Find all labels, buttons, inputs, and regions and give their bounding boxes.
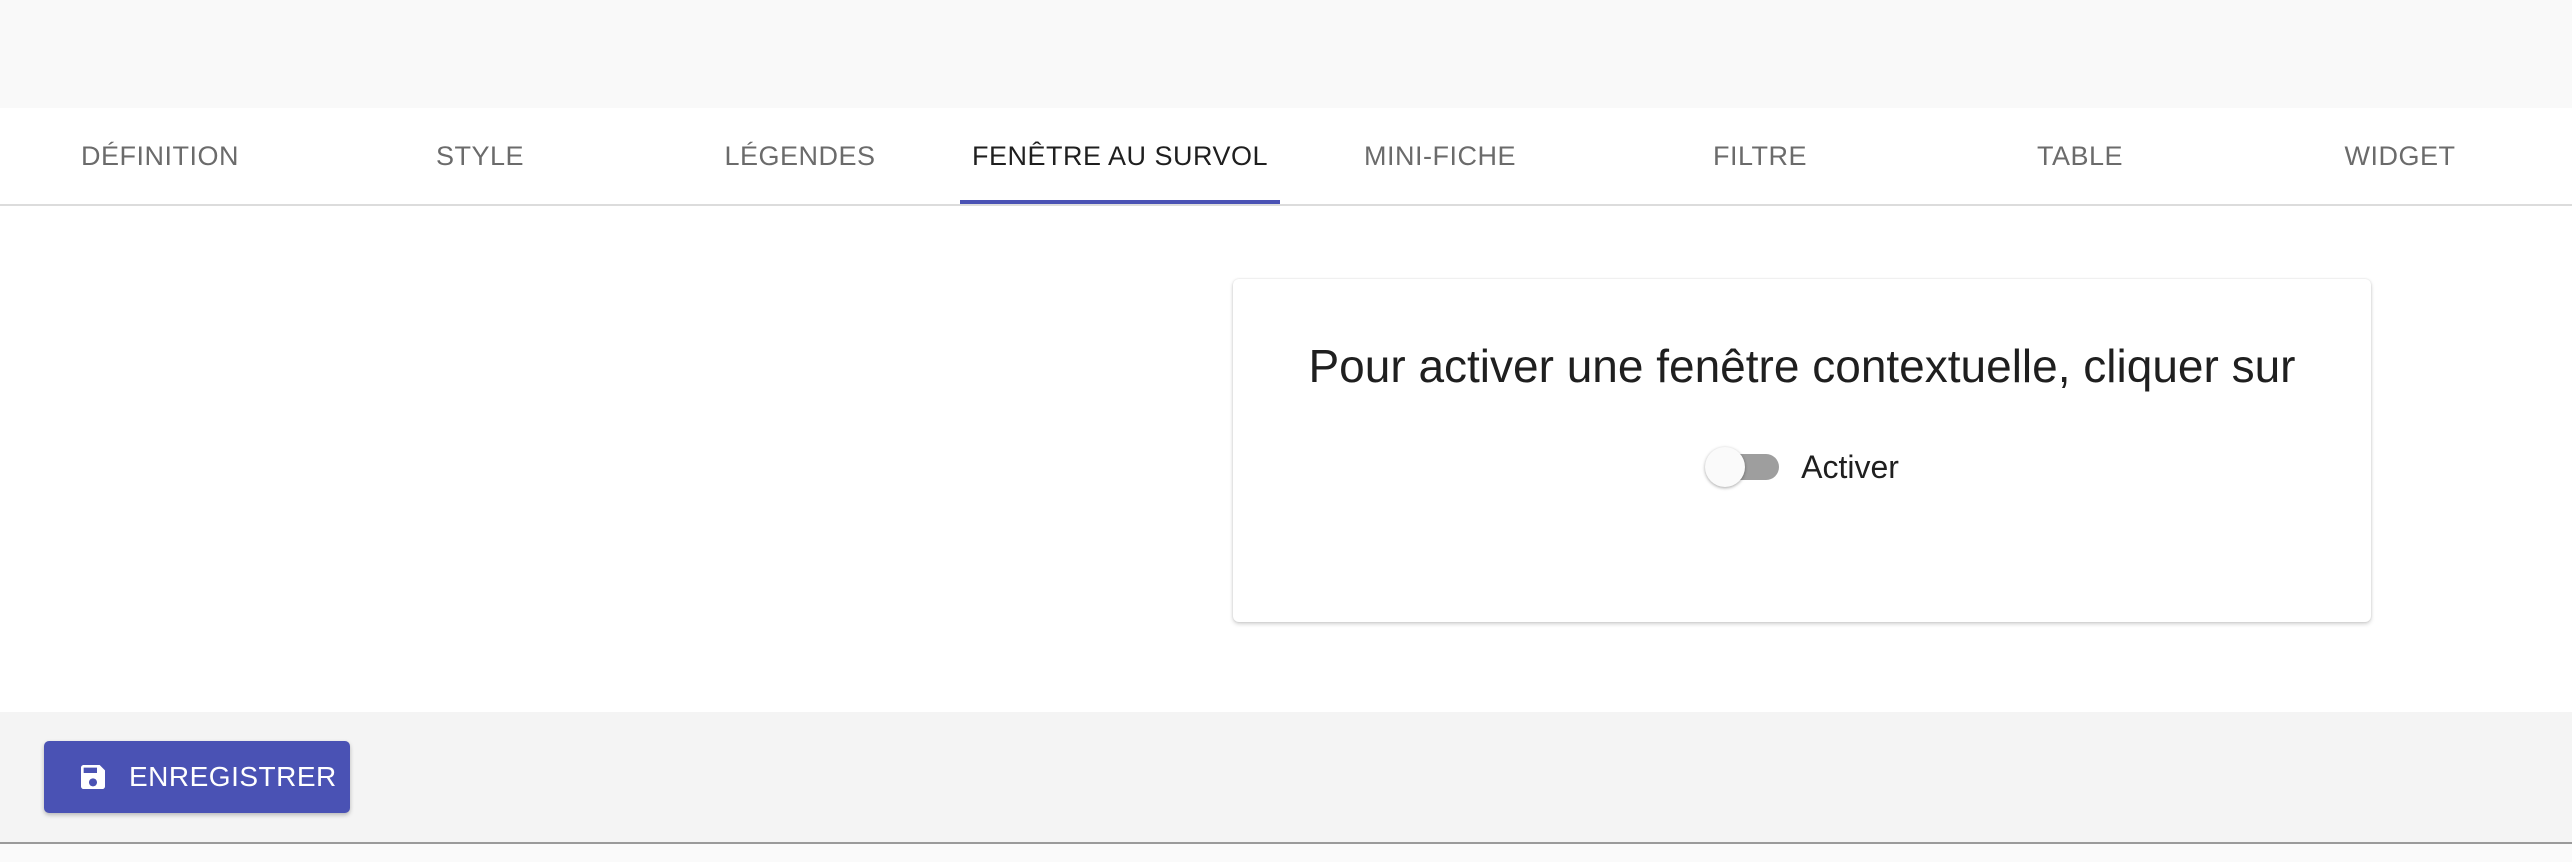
tab-fenetre-au-survol[interactable]: FENÊTRE AU SURVOL bbox=[960, 108, 1280, 204]
tab-content: Pour activer une fenêtre contextuelle, c… bbox=[0, 206, 2572, 712]
activate-toggle-label[interactable]: Activer bbox=[1801, 449, 1899, 486]
save-button[interactable]: ENREGISTRER bbox=[44, 741, 350, 813]
tab-style[interactable]: STYLE bbox=[320, 108, 640, 204]
tab-bar: DÉFINITION STYLE LÉGENDES FENÊTRE AU SUR… bbox=[0, 108, 2572, 206]
footer-bar: ENREGISTRER bbox=[0, 712, 2572, 844]
save-button-label: ENREGISTRER bbox=[129, 761, 337, 792]
tab-definition[interactable]: DÉFINITION bbox=[0, 108, 320, 204]
card-title: Pour activer une fenêtre contextuelle, c… bbox=[1308, 340, 2296, 392]
tab-legendes[interactable]: LÉGENDES bbox=[640, 108, 960, 204]
page-bottom-strip bbox=[0, 844, 2572, 862]
floppy-disk-icon bbox=[77, 761, 109, 793]
tab-filtre[interactable]: FILTRE bbox=[1600, 108, 1920, 204]
tab-mini-fiche[interactable]: MINI-FICHE bbox=[1280, 108, 1600, 204]
popup-settings-card: Pour activer une fenêtre contextuelle, c… bbox=[1233, 279, 2371, 622]
tab-widget[interactable]: WIDGET bbox=[2240, 108, 2560, 204]
toggle-thumb bbox=[1705, 447, 1746, 487]
tab-table[interactable]: TABLE bbox=[1920, 108, 2240, 204]
activate-toggle-row: Activer bbox=[1233, 447, 2371, 487]
top-bar bbox=[0, 0, 2572, 109]
activate-toggle[interactable] bbox=[1705, 447, 1781, 487]
